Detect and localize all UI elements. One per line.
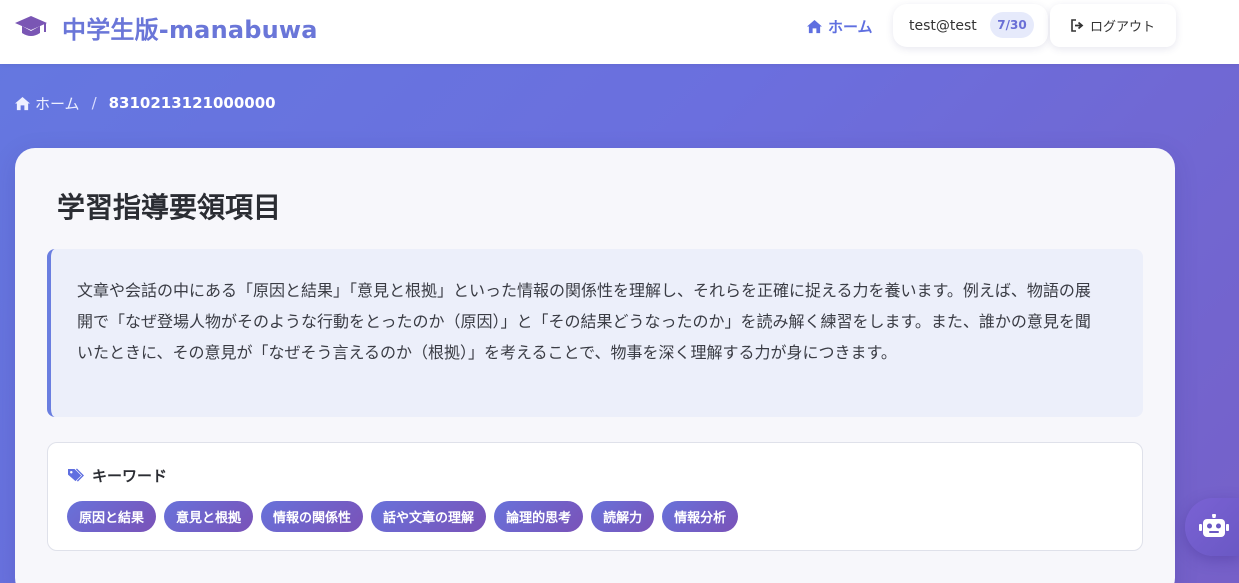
- home-icon: [807, 19, 822, 33]
- keyword-tag[interactable]: 読解力: [591, 501, 655, 532]
- content-card: 学習指導要領項目 文章や会話の中にある「原因と結果」「意見と根拠」といった情報の…: [15, 148, 1175, 583]
- logout-button[interactable]: ログアウト: [1050, 4, 1176, 47]
- page-title: 学習指導要領項目: [57, 191, 282, 224]
- brand[interactable]: 中学生版-manabuwa: [14, 12, 318, 44]
- description-text: 文章や会話の中にある「原因と結果」「意見と根拠」といった情報の関係性を理解し、そ…: [77, 281, 1091, 362]
- nav-home-label: ホーム: [828, 17, 873, 36]
- assistant-bot-button[interactable]: [1185, 498, 1239, 556]
- breadcrumb-current: 8310213121000000: [108, 94, 276, 112]
- breadcrumb-separator: /: [91, 94, 97, 112]
- keyword-tag[interactable]: 情報の関係性: [261, 501, 364, 532]
- user-email: test@test: [909, 17, 977, 34]
- breadcrumb: ホーム / 8310213121000000: [14, 92, 276, 114]
- keyword-tag-list: 原因と結果 意見と根拠 情報の関係性 話や文章の理解 論理的思考 読解力 情報分…: [67, 501, 739, 532]
- usage-count-badge: 7/30: [990, 12, 1034, 38]
- keywords-heading: キーワード: [67, 465, 167, 485]
- brand-title: 中学生版-manabuwa: [62, 15, 318, 44]
- robot-icon: [1199, 514, 1229, 537]
- keyword-tag[interactable]: 意見と根拠: [164, 501, 254, 532]
- logout-label: ログアウト: [1089, 20, 1155, 35]
- description-box: 文章や会話の中にある「原因と結果」「意見と根拠」といった情報の関係性を理解し、そ…: [47, 249, 1143, 417]
- breadcrumb-home-label: ホーム: [35, 94, 80, 113]
- keyword-tag[interactable]: 原因と結果: [67, 501, 157, 532]
- tags-icon: [68, 467, 84, 482]
- graduation-cap-icon: [15, 16, 47, 36]
- keyword-tag[interactable]: 情報分析: [662, 501, 739, 532]
- nav-home-link[interactable]: ホーム: [806, 15, 873, 37]
- top-navbar: 中学生版-manabuwa ホーム test@test 7/30 ログアウト: [0, 0, 1239, 64]
- home-icon: [15, 96, 30, 110]
- keyword-tag[interactable]: 論理的思考: [494, 501, 584, 532]
- user-menu[interactable]: test@test 7/30: [893, 4, 1048, 47]
- breadcrumb-home-link[interactable]: ホーム: [14, 93, 80, 114]
- logout-icon: [1071, 19, 1084, 32]
- keyword-tag[interactable]: 話や文章の理解: [371, 501, 487, 532]
- keywords-heading-label: キーワード: [92, 466, 168, 485]
- keywords-panel: キーワード 原因と結果 意見と根拠 情報の関係性 話や文章の理解 論理的思考 読…: [47, 442, 1143, 551]
